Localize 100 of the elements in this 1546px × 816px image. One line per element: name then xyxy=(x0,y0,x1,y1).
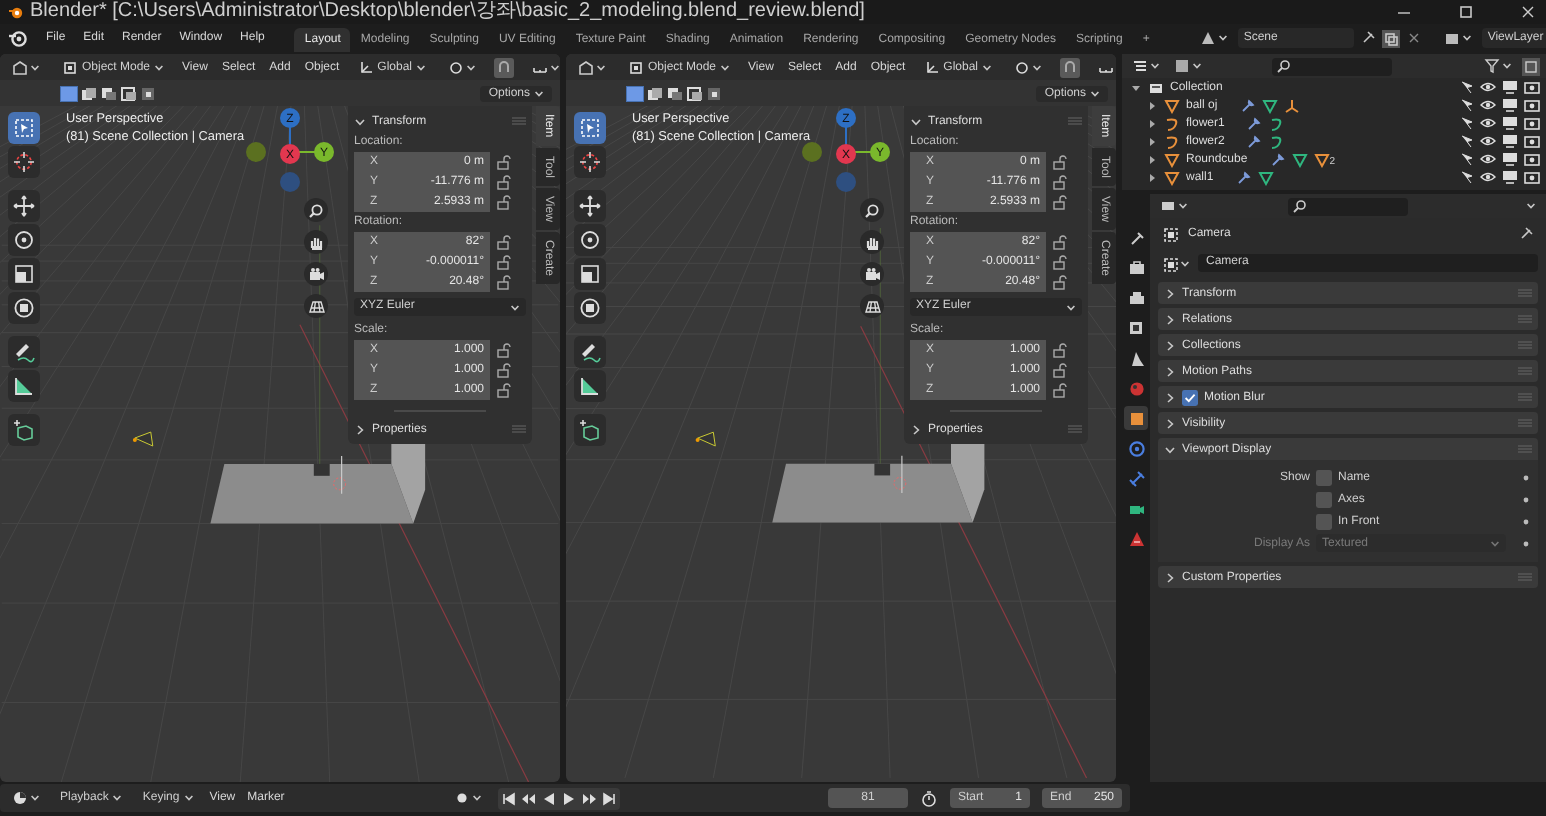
chevron-icon[interactable] xyxy=(1164,287,1176,299)
zoom-button[interactable] xyxy=(860,198,884,222)
triangle-mesh-icon[interactable] xyxy=(1313,151,1330,167)
lock-icon[interactable] xyxy=(496,362,512,378)
scale-tool-button[interactable] xyxy=(574,258,606,290)
view-filter-menu[interactable] xyxy=(1170,56,1206,76)
blender-logo-icon[interactable] xyxy=(8,28,28,48)
printer-tab[interactable] xyxy=(1124,286,1148,310)
3d-cursor-tool-button[interactable] xyxy=(8,146,40,178)
lock-icon[interactable] xyxy=(496,274,512,290)
lock-icon[interactable] xyxy=(1052,254,1068,270)
chevron-icon[interactable] xyxy=(910,115,922,127)
move-tool-button[interactable] xyxy=(8,190,40,222)
chevron-icon[interactable] xyxy=(1164,339,1176,351)
pan-button[interactable] xyxy=(860,230,884,254)
move-tool-button[interactable] xyxy=(574,190,606,222)
zoom-button[interactable] xyxy=(304,198,328,222)
checkbox[interactable] xyxy=(1316,469,1332,485)
lock-icon[interactable] xyxy=(1052,274,1068,290)
lock-icon[interactable] xyxy=(496,234,512,250)
lock-icon[interactable] xyxy=(496,174,512,190)
wrench-icon[interactable] xyxy=(1246,133,1263,149)
checkbox[interactable] xyxy=(1316,491,1332,507)
drag-handle-icon[interactable] xyxy=(512,116,526,126)
pivot-point-menu[interactable] xyxy=(444,57,480,77)
wrench-icon[interactable] xyxy=(1235,169,1252,185)
play-reverse-button[interactable] xyxy=(540,789,559,807)
checkbox[interactable] xyxy=(1316,513,1332,529)
mesh-data-icon[interactable] xyxy=(1261,97,1278,113)
lock-icon[interactable] xyxy=(1052,382,1068,398)
lock-icon[interactable] xyxy=(496,254,512,270)
chevron-icon[interactable] xyxy=(1164,365,1176,377)
perspective-toggle-button[interactable] xyxy=(304,294,328,318)
object-browse-menu[interactable] xyxy=(1158,253,1194,273)
transform-tool-button[interactable] xyxy=(574,292,606,324)
pin-icon[interactable] xyxy=(1518,226,1534,242)
close-icon[interactable] xyxy=(1405,30,1422,46)
scale-tool-button[interactable] xyxy=(8,258,40,290)
lock-icon[interactable] xyxy=(1052,154,1068,170)
eye-icon[interactable] xyxy=(1480,134,1496,148)
select-mode-icon[interactable] xyxy=(686,85,704,101)
editor-type-menu[interactable] xyxy=(574,57,610,77)
new-collection-icon[interactable] xyxy=(1522,57,1540,75)
camera-icon[interactable] xyxy=(1524,134,1540,148)
lock-icon[interactable] xyxy=(496,342,512,358)
select-mode-icon[interactable] xyxy=(666,85,684,101)
3d-cursor-tool-button[interactable] xyxy=(574,146,606,178)
wrench-icon[interactable] xyxy=(1269,151,1286,167)
camera-icon[interactable] xyxy=(1524,116,1540,130)
stopwatch-icon[interactable] xyxy=(920,789,938,807)
monitor-icon[interactable] xyxy=(1502,98,1518,112)
select-box-tool-button[interactable] xyxy=(574,112,606,144)
search-field[interactable] xyxy=(1272,57,1392,75)
pencil-tool-button[interactable] xyxy=(574,336,606,368)
lock-icon[interactable] xyxy=(1052,234,1068,250)
options-menu[interactable] xyxy=(1522,198,1540,214)
constraint-tab[interactable] xyxy=(1124,466,1148,490)
select-mode-icon[interactable] xyxy=(120,85,138,101)
camera-view-button[interactable] xyxy=(304,262,328,286)
maximize-icon[interactable] xyxy=(1456,4,1476,20)
chevron-icon[interactable] xyxy=(910,423,922,435)
drag-handle-icon[interactable] xyxy=(1068,116,1082,126)
disclosure-triangle-icon[interactable] xyxy=(1146,171,1158,183)
snap-icon[interactable] xyxy=(1060,57,1080,77)
camera-icon[interactable] xyxy=(1524,152,1540,166)
monitor-icon[interactable] xyxy=(1502,80,1518,94)
select-mode-icon[interactable] xyxy=(60,85,78,101)
pivot-point-menu[interactable] xyxy=(1010,57,1046,77)
select-mode-icon[interactable] xyxy=(80,85,98,101)
pin-icon[interactable] xyxy=(1359,30,1376,46)
close-icon[interactable] xyxy=(1518,4,1538,20)
select-mode-icon[interactable] xyxy=(100,85,118,101)
editor-type-menu[interactable] xyxy=(1156,196,1192,216)
keyframe-dot-icon[interactable] xyxy=(1522,495,1530,503)
select-mode-icon[interactable] xyxy=(140,85,158,101)
chevron-icon[interactable] xyxy=(354,423,366,435)
perspective-toggle-button[interactable] xyxy=(860,294,884,318)
previous-keyframe-button[interactable] xyxy=(520,789,539,807)
wrench-icon[interactable] xyxy=(1239,97,1256,113)
camera-view-button[interactable] xyxy=(860,262,884,286)
lock-icon[interactable] xyxy=(1052,342,1068,358)
monitor-icon[interactable] xyxy=(1502,134,1518,148)
next-keyframe-button[interactable] xyxy=(580,789,599,807)
chevron-icon[interactable] xyxy=(354,115,366,127)
monitor-icon[interactable] xyxy=(1502,116,1518,130)
pan-button[interactable] xyxy=(304,230,328,254)
eye-icon[interactable] xyxy=(1480,80,1496,94)
keyframe-dot-icon[interactable] xyxy=(1522,539,1530,547)
add-cube-tool-button[interactable] xyxy=(8,414,40,446)
select-mode-icon[interactable] xyxy=(646,85,664,101)
play-button[interactable] xyxy=(560,789,579,807)
display-mode-menu[interactable] xyxy=(1128,56,1164,76)
lock-icon[interactable] xyxy=(1052,194,1068,210)
chevron-icon[interactable] xyxy=(1164,443,1176,455)
monitor-icon[interactable] xyxy=(1502,152,1518,166)
transform-tool-button[interactable] xyxy=(8,292,40,324)
object-tab[interactable] xyxy=(1124,406,1148,430)
eye-icon[interactable] xyxy=(1480,152,1496,166)
lock-icon[interactable] xyxy=(1052,174,1068,190)
chevron-icon[interactable] xyxy=(1164,391,1176,403)
